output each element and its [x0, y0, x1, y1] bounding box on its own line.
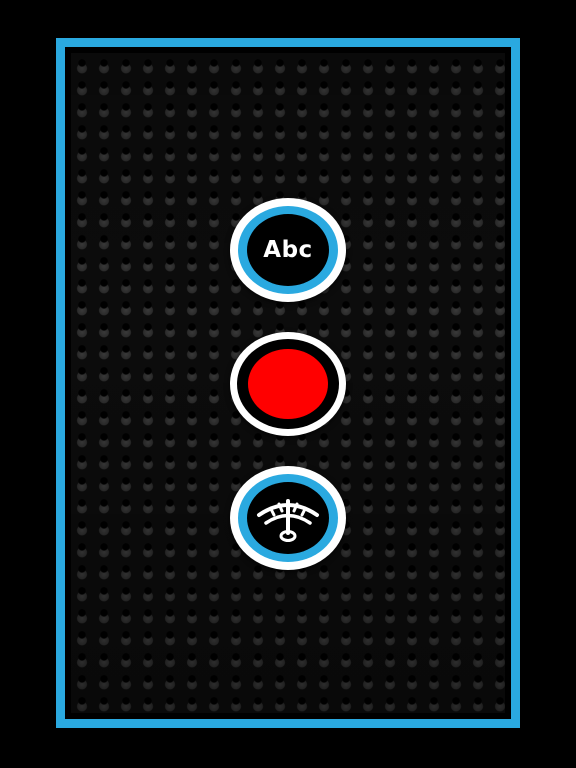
record-dot-icon	[248, 349, 328, 419]
text-abc-icon: Abc	[263, 237, 313, 263]
record-button[interactable]	[230, 332, 346, 436]
text-mode-button[interactable]: Abc	[230, 198, 346, 302]
meter-button-core	[247, 482, 329, 554]
text-mode-button-ring: Abc	[238, 206, 338, 294]
text-mode-button-core: Abc	[247, 214, 329, 286]
meter-button[interactable]	[230, 466, 346, 570]
meter-button-ring	[238, 474, 338, 562]
record-button-ring	[237, 339, 339, 429]
meter-gauge-icon	[257, 499, 319, 542]
